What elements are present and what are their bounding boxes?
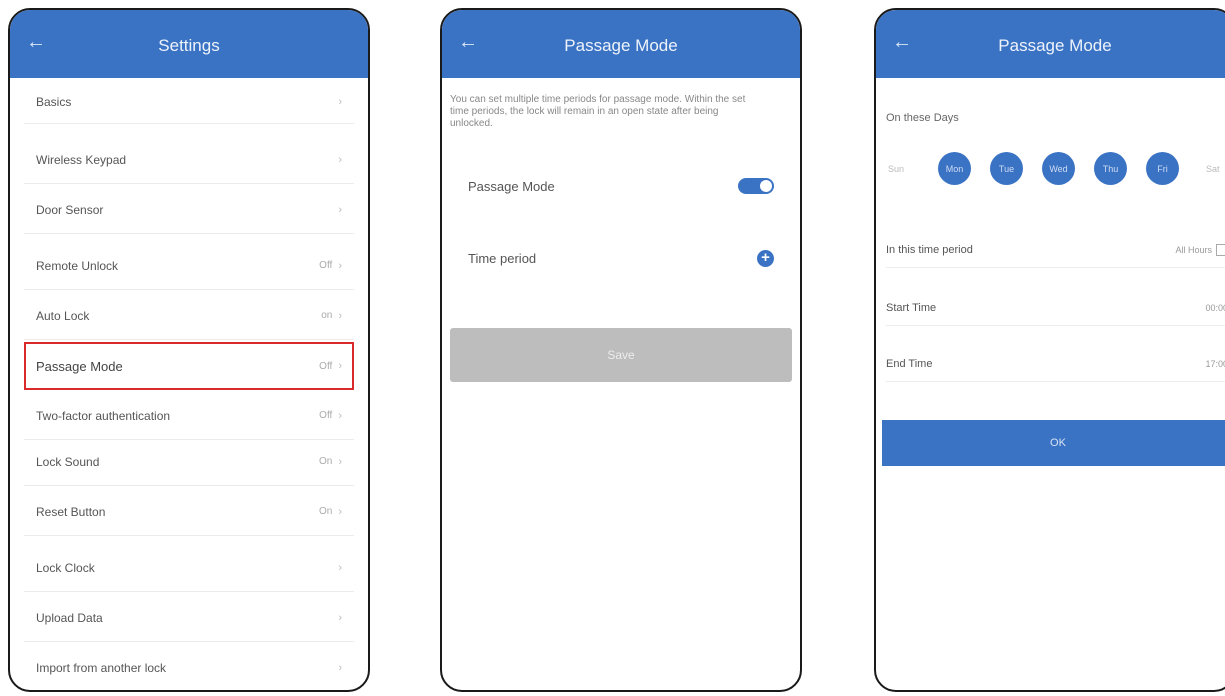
start-time-value: 00:00 (1205, 302, 1225, 313)
chevron-right-icon: › (338, 505, 342, 518)
passage-appbar: ← Passage Mode (442, 10, 800, 78)
row-label: Reset Button (36, 504, 106, 519)
settings-row-passage-mode[interactable]: Passage Mode Off › (24, 342, 354, 390)
save-button[interactable]: Save (450, 328, 792, 382)
day-sat[interactable]: Sat (1206, 164, 1220, 174)
passage-mode-toggle[interactable] (738, 178, 774, 194)
days-label: On these Days (886, 112, 959, 124)
detail-appbar: ← Passage Mode (876, 10, 1225, 78)
start-time-row[interactable]: Start Time 00:00 (886, 290, 1225, 326)
chevron-right-icon: › (338, 455, 342, 468)
day-mon[interactable]: Mon (938, 152, 971, 185)
settings-row-reset-button[interactable]: Reset Button On › (24, 488, 354, 536)
settings-row-lock-clock[interactable]: Lock Clock › (24, 544, 354, 592)
passage-mode-row: Passage Mode (468, 166, 774, 206)
page-title: Settings (158, 36, 220, 55)
row-label: Lock Sound (36, 454, 100, 469)
row-label: Wireless Keypad (36, 152, 127, 167)
settings-row-upload-data[interactable]: Upload Data › (24, 594, 354, 642)
row-label: Door Sensor (36, 202, 104, 217)
time-period-row[interactable]: In this time period All Hours (886, 232, 1225, 268)
day-wed[interactable]: Wed (1042, 152, 1075, 185)
settings-row-auto-lock[interactable]: Auto Lock on › (24, 292, 354, 340)
settings-row-remote-unlock[interactable]: Remote Unlock Off › (24, 242, 354, 290)
add-time-period-icon[interactable]: + (757, 249, 774, 267)
time-period-label: In this time period (886, 243, 973, 256)
start-time-label: Start Time (886, 301, 937, 314)
chevron-right-icon: › (338, 259, 342, 272)
chevron-right-icon: › (338, 409, 342, 422)
passage-mode-label: Passage Mode (468, 178, 555, 194)
passage-detail-phone: ← Passage Mode On these Days Sun Mon Tue… (874, 8, 1225, 692)
chevron-right-icon: › (338, 611, 342, 624)
chevron-right-icon: › (338, 153, 342, 166)
settings-appbar: ← Settings (10, 10, 368, 78)
day-tue[interactable]: Tue (990, 152, 1023, 185)
row-value: Off (319, 260, 333, 271)
chevron-right-icon: › (338, 561, 342, 574)
time-period-value: All Hours (1175, 244, 1212, 255)
day-thu[interactable]: Thu (1094, 152, 1127, 185)
row-label: Import from another lock (36, 660, 167, 675)
row-label: Basics (36, 94, 72, 109)
row-label: Remote Unlock (36, 258, 119, 273)
toggle-knob (760, 180, 772, 192)
chevron-right-icon: › (338, 95, 342, 108)
all-hours-checkbox[interactable] (1216, 243, 1225, 256)
time-period-label: Time period (468, 250, 537, 266)
day-selector: Sun Mon Tue Wed Thu Fri Sat (888, 152, 1225, 188)
row-label: Auto Lock (36, 308, 90, 323)
chevron-right-icon: › (338, 203, 342, 216)
end-time-label: End Time (886, 357, 933, 370)
passage-description: You can set multiple time periods for pa… (450, 94, 746, 129)
time-period-row[interactable]: Time period + (468, 238, 774, 278)
end-time-value: 17:00 (1205, 358, 1225, 369)
row-value: On (318, 506, 333, 517)
settings-row-door-sensor[interactable]: Door Sensor › (24, 186, 354, 234)
day-fri[interactable]: Fri (1146, 152, 1179, 185)
row-label: Passage Mode (36, 358, 123, 374)
page-title: Passage Mode (998, 36, 1112, 55)
ok-button[interactable]: OK (882, 420, 1225, 466)
settings-row-wireless-keypad[interactable]: Wireless Keypad › (24, 136, 354, 184)
row-value: on (321, 310, 333, 321)
day-sun[interactable]: Sun (888, 164, 904, 174)
settings-row-basics[interactable]: Basics › (24, 80, 354, 124)
row-label: Upload Data (36, 610, 103, 625)
settings-phone: ← Settings Basics › Wireless Keypad › Do… (8, 8, 370, 692)
settings-row-two-factor[interactable]: Two-factor authentication Off › (24, 392, 354, 440)
passage-mode-phone: ← Passage Mode You can set multiple time… (440, 8, 802, 692)
row-value: Off (319, 360, 333, 372)
settings-row-import-lock[interactable]: Import from another lock › (24, 644, 354, 690)
chevron-right-icon: › (338, 661, 342, 674)
end-time-row[interactable]: End Time 17:00 (886, 346, 1225, 382)
settings-row-lock-sound[interactable]: Lock Sound On › (24, 438, 354, 486)
row-label: Lock Clock (36, 560, 95, 575)
page-title: Passage Mode (564, 36, 678, 55)
row-label: Two-factor authentication (36, 408, 171, 423)
chevron-right-icon: › (338, 360, 342, 372)
chevron-right-icon: › (338, 309, 342, 322)
row-value: On (318, 456, 333, 467)
row-value: Off (319, 410, 333, 421)
